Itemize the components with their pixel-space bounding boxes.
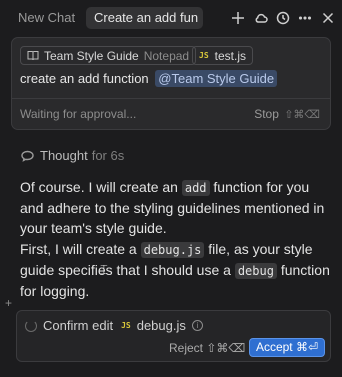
- context-chip-style-guide[interactable]: Team Style Guide Notepad: [20, 46, 197, 65]
- chip-label: test.js: [214, 48, 246, 63]
- inline-code-debug-js: debug.js: [140, 242, 205, 258]
- inline-code-debug: debug: [234, 263, 277, 279]
- tab-active-chat[interactable]: Create an add fun: [86, 7, 203, 29]
- message-paragraph-2: First, I will create a debug.js file, as…: [20, 239, 330, 301]
- gutter-plus-icon[interactable]: +: [5, 296, 12, 310]
- top-bar: New Chat Create an add fun: [0, 0, 342, 36]
- book-icon: [27, 51, 39, 61]
- message-paragraph-1: Of course. I will create an add function…: [20, 177, 330, 238]
- spinner-icon: [25, 320, 37, 332]
- mention-tag[interactable]: @Team Style Guide: [155, 70, 278, 87]
- confirm-edit-card: Confirm edit JS debug.js i Reject ⇧⌘⌫ Ac…: [16, 310, 331, 362]
- inline-code-add: add: [181, 180, 210, 196]
- divider: [12, 98, 330, 99]
- js-file-icon: JS: [199, 51, 209, 60]
- chip-sublabel: Notepad: [143, 48, 190, 63]
- stop-label: Stop: [254, 107, 279, 121]
- thought-duration: for 6s: [91, 148, 125, 163]
- close-icon[interactable]: [319, 8, 337, 28]
- status-text: Waiting for approval...: [20, 107, 137, 121]
- confirm-edit-header: Confirm edit JS debug.js i: [43, 318, 203, 333]
- prompt-text[interactable]: create an add function @Team Style Guide: [20, 70, 278, 87]
- accept-button[interactable]: Accept ⌘⏎: [249, 338, 325, 357]
- confirm-label: Confirm edit: [43, 318, 114, 333]
- prompt-input-text: create an add function: [20, 71, 149, 86]
- cloud-icon[interactable]: [252, 8, 270, 28]
- history-icon[interactable]: [274, 8, 292, 28]
- js-file-icon: JS: [121, 321, 131, 330]
- thought-label: Thought: [40, 148, 88, 163]
- chip-label: Team Style Guide: [44, 48, 139, 63]
- text-cursor-icon: ⌶: [100, 262, 108, 277]
- confirm-file-name[interactable]: debug.js: [137, 318, 186, 333]
- context-chip-test-js[interactable]: JS test.js: [192, 46, 253, 65]
- tab-new-chat[interactable]: New Chat: [18, 7, 75, 29]
- thought-toggle[interactable]: Thought for 6s: [21, 148, 124, 163]
- info-icon[interactable]: i: [191, 320, 203, 331]
- more-icon[interactable]: [296, 8, 314, 28]
- reject-button[interactable]: Reject ⇧⌘⌫: [169, 341, 245, 355]
- text-span: Of course. I will create an: [20, 179, 182, 195]
- text-span: First, I will create a: [20, 241, 141, 257]
- composer-card[interactable]: Team Style Guide Notepad JS test.js crea…: [11, 37, 331, 130]
- stop-button[interactable]: Stop ⇧⌘⌫: [254, 107, 320, 121]
- thought-bubble-icon: [21, 150, 34, 162]
- plus-icon[interactable]: [229, 8, 247, 28]
- stop-shortcut: ⇧⌘⌫: [284, 109, 320, 121]
